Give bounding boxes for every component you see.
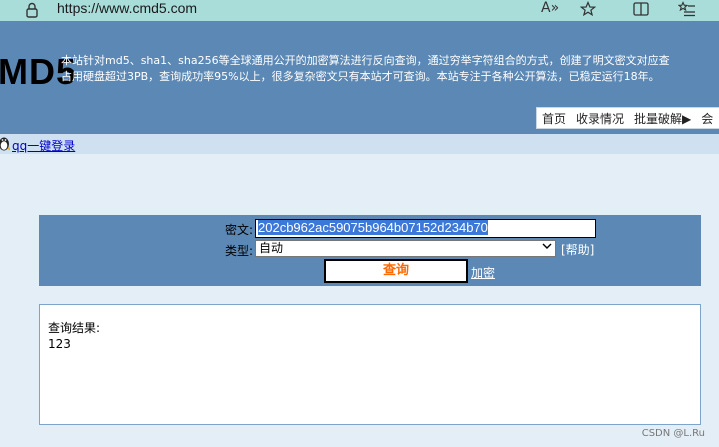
cipher-label: 密文: — [224, 223, 253, 237]
type-select-value: 自动 — [259, 241, 284, 255]
watermark: CSDN @L.Ru — [641, 428, 705, 439]
help-link[interactable]: [帮助] — [561, 241, 594, 258]
query-button[interactable]: 查询 — [324, 259, 468, 283]
type-label: 类型: — [224, 244, 253, 258]
favorites-list-icon[interactable] — [677, 1, 696, 21]
query-panel: 密文: 202cb962ac59075b964b07152d234b70 类型:… — [39, 215, 701, 286]
browser-address-bar: https://www.cmd5.com A» — [0, 0, 719, 21]
split-screen-icon[interactable] — [633, 2, 649, 20]
result-label: 查询结果: — [48, 321, 101, 335]
read-aloud-icon[interactable]: A» — [541, 0, 559, 16]
favorite-star-icon[interactable] — [579, 0, 597, 21]
nav-member[interactable]: 会 — [696, 110, 718, 127]
encrypt-link[interactable]: 加密 — [471, 264, 495, 281]
chevron-down-icon — [542, 241, 552, 256]
url-field[interactable]: https://www.cmd5.com — [57, 0, 197, 16]
lock-icon[interactable] — [25, 2, 39, 22]
qq-login-bar: qq一键登录 — [0, 134, 719, 154]
nav-batch-crack[interactable]: 批量破解▶ — [629, 110, 696, 127]
nav-coverage[interactable]: 收录情况 — [571, 110, 629, 127]
cipher-input-value: 202cb962ac59075b964b07152d234b70 — [258, 220, 488, 235]
nav-home[interactable]: 首页 — [537, 110, 571, 127]
intro-line-1: 本站针对md5、sha1、sha256等全球通用公开的加密算法进行反向查询，通过… — [61, 54, 670, 67]
qq-login-link[interactable]: qq一键登录 — [12, 137, 75, 154]
intro-line-2: 占用硬盘超过3PB，查询成功率95%以上，很多复杂密文只有本站才可查询。本站专注… — [61, 70, 660, 83]
result-value: 123 — [48, 337, 71, 351]
cipher-input[interactable]: 202cb962ac59075b964b07152d234b70 — [255, 219, 596, 238]
site-header: MD5 本站针对md5、sha1、sha256等全球通用公开的加密算法进行反向查… — [0, 21, 719, 134]
result-box: 查询结果: 123 — [39, 304, 701, 425]
site-intro: 本站针对md5、sha1、sha256等全球通用公开的加密算法进行反向查询，通过… — [61, 53, 719, 85]
qq-penguin-icon — [0, 135, 11, 155]
type-select[interactable]: 自动 — [255, 240, 556, 257]
top-nav: 首页 收录情况 批量破解▶ 会 — [536, 107, 719, 129]
